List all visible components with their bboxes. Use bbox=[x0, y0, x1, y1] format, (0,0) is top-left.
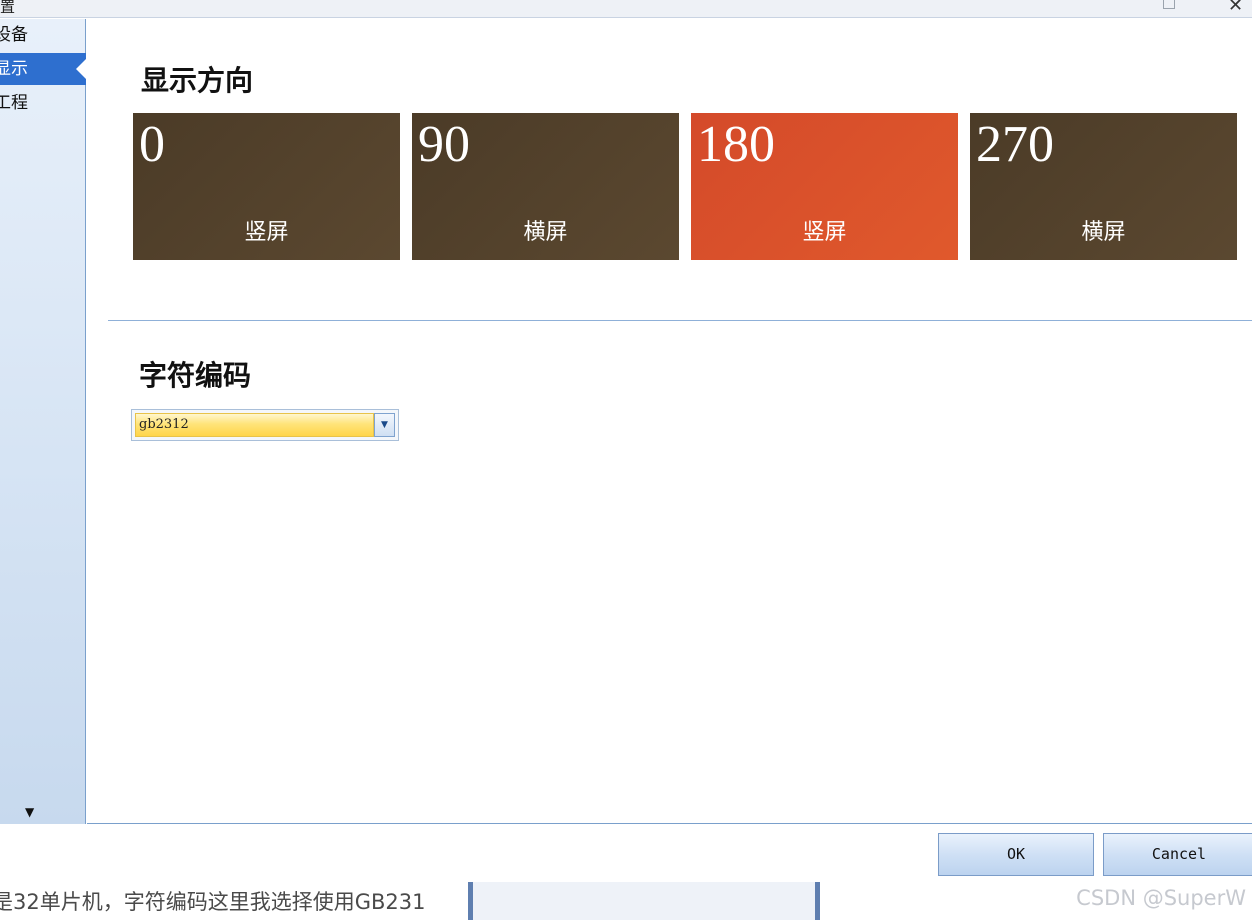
orientation-value: 180 bbox=[697, 116, 775, 173]
sidebar-item-label: 显示 bbox=[0, 59, 28, 79]
orientation-value: 0 bbox=[139, 116, 165, 173]
orientation-label: 横屏 bbox=[1081, 220, 1126, 245]
watermark-text: CSDN @SuperW bbox=[1076, 886, 1246, 910]
background-image-frame bbox=[468, 882, 820, 920]
sidebar-item-device[interactable]: 设备 bbox=[0, 19, 86, 51]
orientation-tile-180[interactable]: 180 竖屏 bbox=[691, 113, 958, 260]
chevron-down-icon[interactable]: ▼ bbox=[374, 413, 395, 437]
sidebar-item-display[interactable]: 显示 bbox=[0, 53, 86, 85]
ok-button[interactable]: OK bbox=[938, 833, 1094, 876]
encoding-value[interactable]: gb2312 bbox=[135, 413, 374, 437]
title-bar: 置 ✕ bbox=[0, 0, 1252, 18]
scroll-down-icon[interactable]: ▼ bbox=[25, 805, 34, 819]
background-page: 是32单片机，字符编码这里我选择使用GB231 CSDN @SuperW bbox=[0, 882, 1252, 920]
orientation-label: 横屏 bbox=[523, 220, 568, 245]
window-title: 置 bbox=[0, 0, 16, 16]
sidebar-item-label: 设备 bbox=[0, 25, 28, 45]
sidebar-item-project[interactable]: 工程 bbox=[0, 87, 86, 119]
encoding-select[interactable]: gb2312 ▼ bbox=[131, 409, 399, 441]
background-article-text: 是32单片机，字符编码这里我选择使用GB231 bbox=[0, 890, 426, 914]
dialog-button-bar: OK Cancel bbox=[0, 825, 1252, 882]
sidebar-item-label: 工程 bbox=[0, 93, 28, 113]
cancel-button[interactable]: Cancel bbox=[1103, 833, 1252, 876]
orientation-value: 90 bbox=[418, 116, 470, 173]
orientation-heading: 显示方向 bbox=[141, 64, 254, 97]
orientation-label: 竖屏 bbox=[244, 220, 289, 245]
orientation-value: 270 bbox=[976, 116, 1054, 173]
close-icon[interactable]: ✕ bbox=[1228, 0, 1243, 16]
orientation-tile-270[interactable]: 270 横屏 bbox=[970, 113, 1237, 260]
section-divider bbox=[108, 320, 1252, 321]
maximize-icon[interactable] bbox=[1163, 0, 1175, 9]
sidebar-nav: 设备 显示 工程 ▼ bbox=[0, 19, 86, 824]
encoding-heading: 字符编码 bbox=[139, 359, 252, 392]
orientation-tile-90[interactable]: 90 横屏 bbox=[412, 113, 679, 260]
settings-panel: 显示方向 0 竖屏 90 横屏 180 竖屏 270 横屏 字符编码 gb231… bbox=[87, 19, 1252, 824]
orientation-label: 竖屏 bbox=[802, 220, 847, 245]
orientation-tile-0[interactable]: 0 竖屏 bbox=[133, 113, 400, 260]
